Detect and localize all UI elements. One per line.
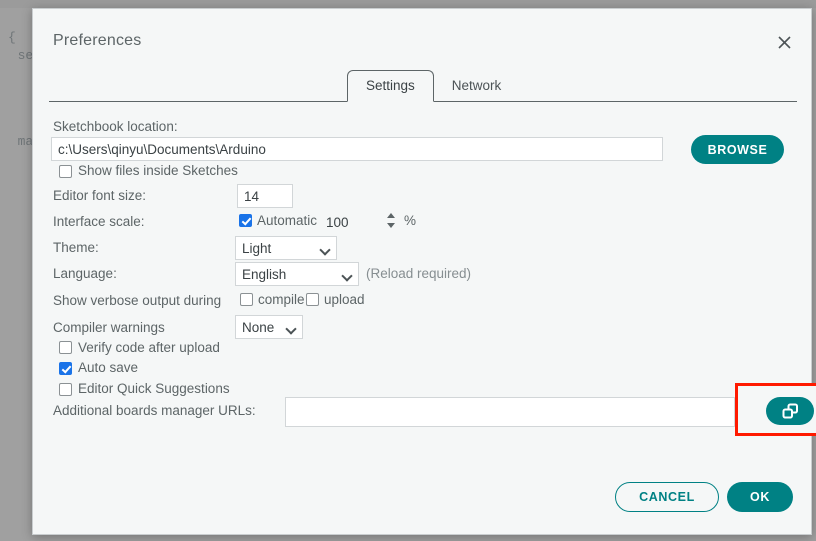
close-icon[interactable]	[771, 29, 797, 55]
interface-scale-label: Interface scale:	[53, 214, 145, 229]
dialog-tabs: Settings Network	[49, 70, 797, 102]
auto-save-label[interactable]: Auto save	[78, 360, 138, 375]
interface-scale-automatic-label[interactable]: Automatic	[257, 213, 317, 228]
language-select[interactable]: English	[235, 262, 359, 286]
browse-button[interactable]: BROWSE	[691, 135, 784, 164]
sketchbook-location-label: Sketchbook location:	[53, 119, 178, 134]
stepper-up-icon[interactable]	[387, 213, 395, 218]
auto-save-checkbox[interactable]	[59, 362, 72, 375]
window-titlebar	[0, 0, 816, 8]
sketchbook-location-input[interactable]	[51, 137, 663, 161]
language-label: Language:	[53, 266, 117, 281]
editor-quick-suggestions-label[interactable]: Editor Quick Suggestions	[78, 381, 230, 396]
open-windows-icon	[781, 402, 800, 421]
show-files-inside-sketches-checkbox[interactable]	[59, 165, 72, 178]
additional-boards-urls-input[interactable]	[285, 397, 735, 427]
backdrop-code-line: {	[8, 30, 16, 45]
verbose-upload-checkbox[interactable]	[306, 293, 319, 306]
backdrop-code-line: ma	[2, 134, 33, 149]
ok-button[interactable]: OK	[727, 482, 793, 512]
backdrop-code-line: se	[2, 48, 33, 63]
compiler-warnings-label: Compiler warnings	[53, 320, 165, 335]
tab-network[interactable]: Network	[434, 71, 520, 101]
interface-scale-input[interactable]	[319, 210, 363, 234]
dialog-title: Preferences	[53, 32, 141, 50]
verbose-output-label: Show verbose output during	[53, 293, 221, 308]
highlight-annotation	[735, 383, 816, 436]
verify-code-after-upload-checkbox[interactable]	[59, 341, 72, 354]
interface-scale-automatic-checkbox[interactable]	[239, 214, 252, 227]
tab-settings[interactable]: Settings	[347, 70, 434, 102]
cancel-button[interactable]: CANCEL	[615, 482, 719, 512]
interface-scale-stepper[interactable]	[385, 210, 397, 232]
percent-label: %	[404, 213, 416, 228]
verify-code-after-upload-label[interactable]: Verify code after upload	[78, 340, 220, 355]
theme-select[interactable]: Light	[235, 236, 337, 260]
verbose-compile-label[interactable]: compile	[258, 292, 305, 307]
open-boards-urls-editor-button[interactable]	[766, 397, 814, 425]
editor-quick-suggestions-checkbox[interactable]	[59, 383, 72, 396]
verbose-upload-label[interactable]: upload	[324, 292, 365, 307]
editor-font-size-label: Editor font size:	[53, 188, 146, 203]
theme-label: Theme:	[53, 240, 99, 255]
stepper-down-icon[interactable]	[387, 223, 395, 228]
additional-boards-urls-label: Additional boards manager URLs:	[53, 403, 256, 418]
verbose-compile-checkbox[interactable]	[240, 293, 253, 306]
language-reload-note: (Reload required)	[366, 266, 471, 281]
compiler-warnings-select[interactable]: None	[235, 315, 303, 339]
editor-font-size-input[interactable]	[237, 184, 293, 208]
show-files-inside-sketches-label[interactable]: Show files inside Sketches	[78, 163, 238, 178]
preferences-dialog: Preferences Settings Network Sketchbook …	[32, 8, 812, 535]
